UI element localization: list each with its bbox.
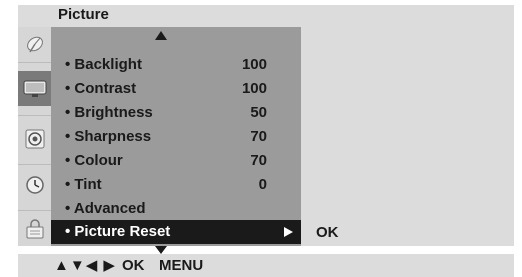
menu-item-value: 70 [250,152,267,169]
menu-item-tint[interactable]: • Tint 0 [51,173,301,197]
menu-item-colour[interactable]: • Colour 70 [51,149,301,173]
menu-item-value: 100 [241,80,267,97]
title-bar: Picture [18,5,514,27]
tv-screen-icon[interactable] [18,71,51,106]
menu-item-brightness[interactable]: • Brightness 50 [51,101,301,125]
menu-item-contrast[interactable]: • Contrast 100 [51,77,301,101]
menu-item-advanced[interactable]: • Advanced [51,197,301,221]
speaker-icon[interactable] [18,121,51,156]
scroll-up-arrow-icon[interactable] [155,31,167,40]
menu-item-label: • Contrast [65,80,137,97]
submenu-arrow-icon [284,227,293,237]
menu-item-label: • Sharpness [65,128,152,145]
clock-icon[interactable] [18,167,51,202]
menu-item-value: 100 [241,56,267,73]
menu-item-picture-reset[interactable]: • Picture Reset [51,220,301,244]
menu-item-backlight[interactable]: • Backlight 100 [51,53,301,77]
ok-hint: OK [122,257,145,274]
menu-item-value: 0 [258,176,267,193]
ok-option[interactable]: OK [316,224,339,241]
scroll-down-arrow-icon[interactable] [155,246,167,254]
menu-item-label: • Backlight [65,56,142,73]
menu-item-label: • Advanced [65,200,146,217]
menu-item-value: 50 [250,104,267,121]
menu-item-label: • Tint [65,176,102,193]
menu-hint: MENU [159,257,204,274]
menu-item-label: • Picture Reset [65,223,171,240]
direction-arrows-icon: ▲▼◀ ▶ [54,257,116,274]
satellite-dish-icon[interactable] [18,27,51,62]
menu-item-sharpness[interactable]: • Sharpness 70 [51,125,301,149]
menu-title: Picture [58,6,109,23]
menu-item-label: • Brightness [65,104,153,121]
lock-icon[interactable] [18,211,51,246]
navigation-help-bar: ▲▼◀ ▶ OK MENU [18,254,514,277]
menu-item-value: 70 [250,128,267,145]
submenu-panel [301,27,514,246]
category-sidebar [18,27,51,246]
menu-item-label: • Colour [65,152,123,169]
